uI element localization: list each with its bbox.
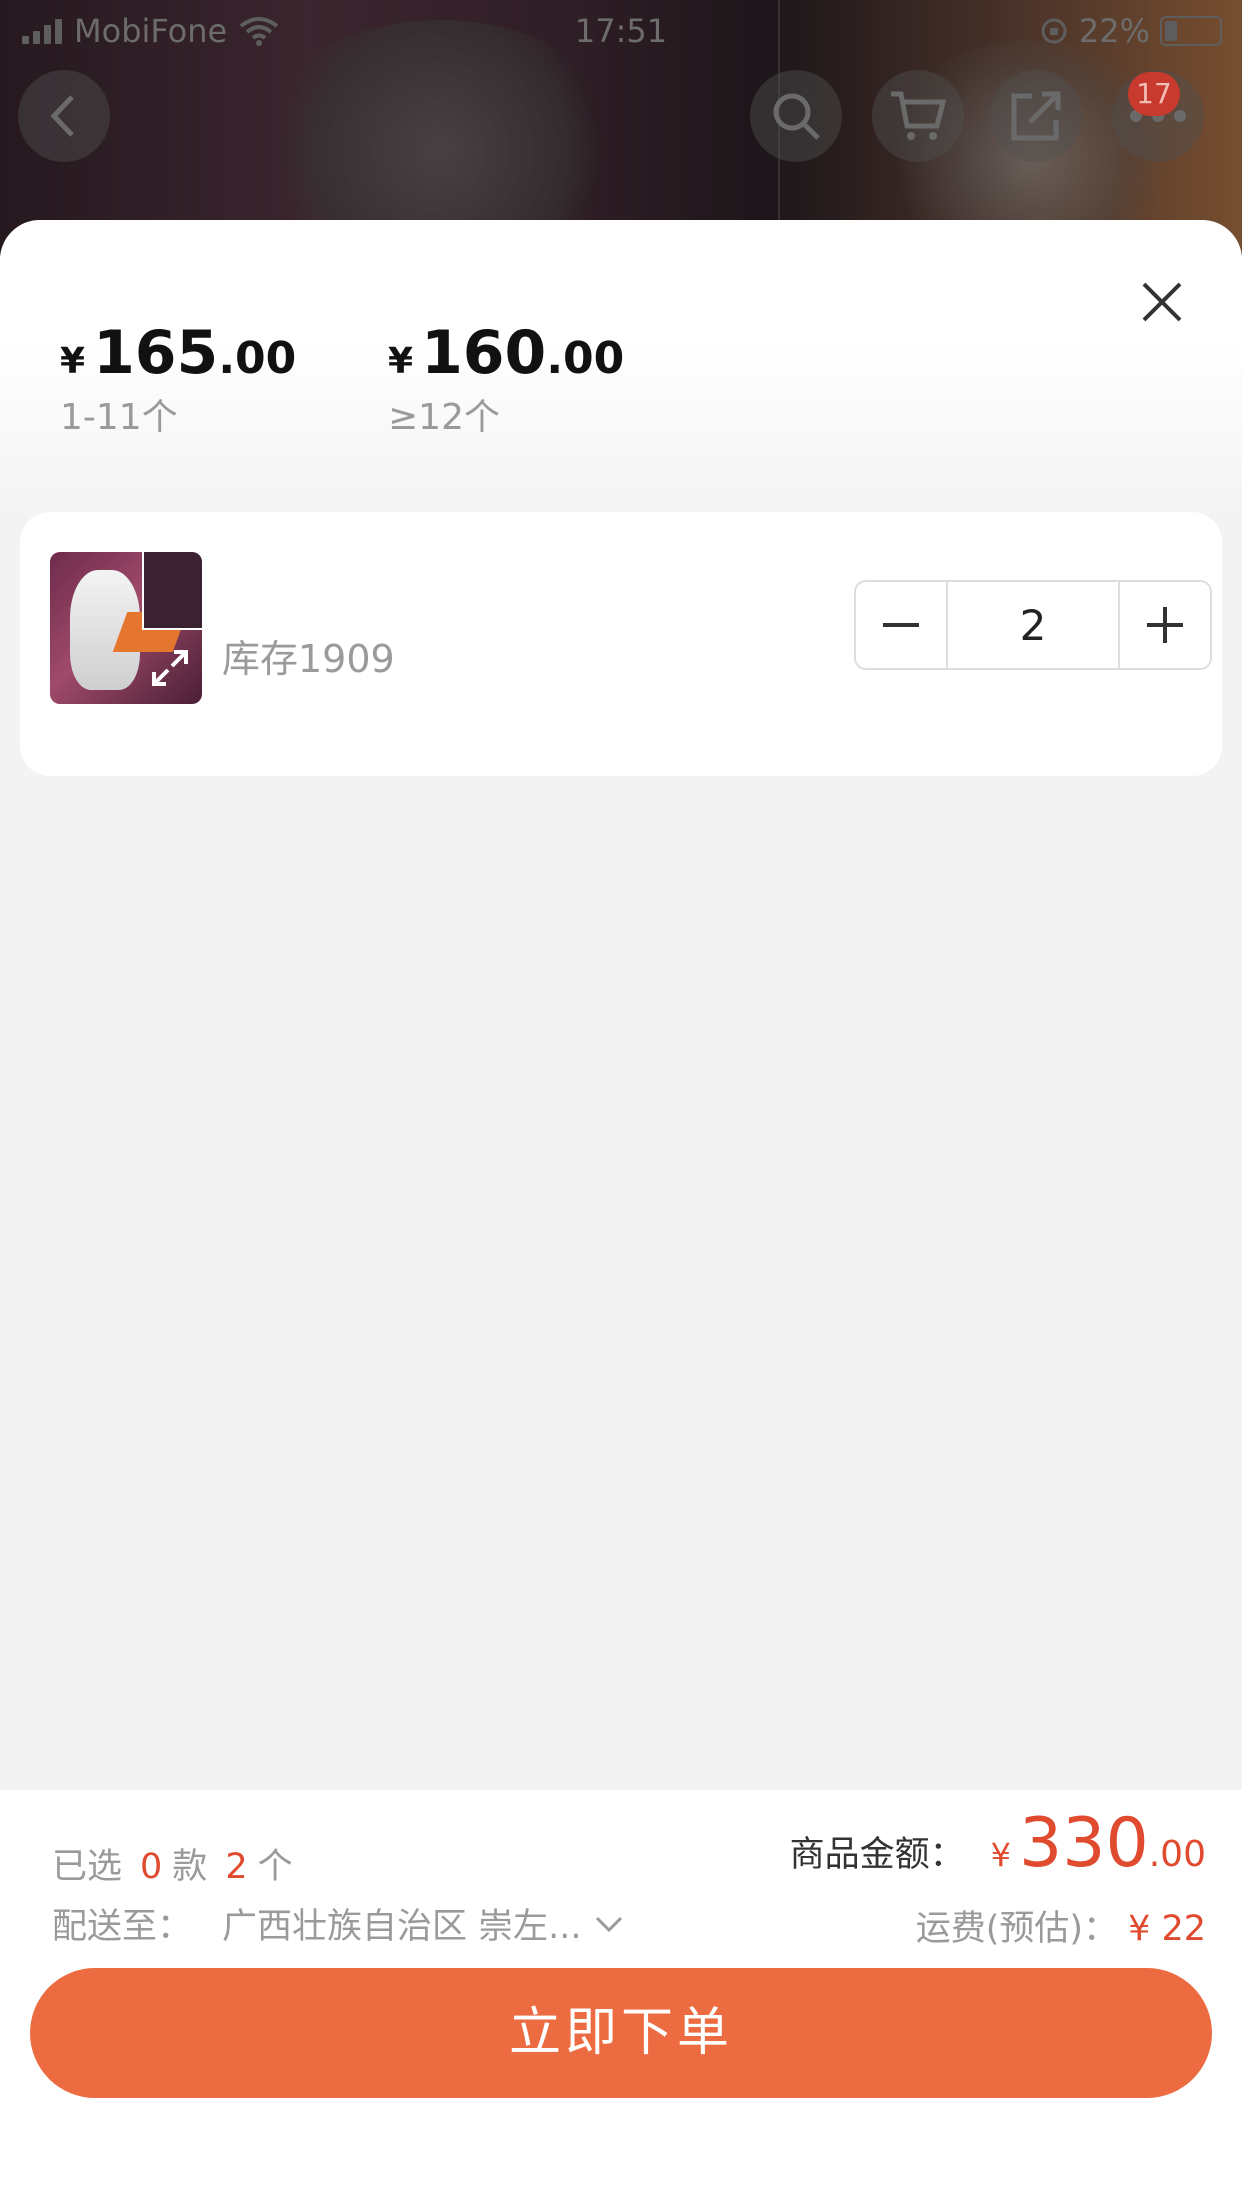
close-icon[interactable] — [1130, 270, 1194, 334]
quantity-input[interactable]: 2 — [946, 582, 1120, 668]
currency-symbol: ¥ — [388, 341, 414, 382]
price-tier-1: ¥ 165 .00 1-11个 — [60, 318, 296, 440]
chevron-left-icon — [50, 95, 74, 137]
ship-label: 配送至： — [52, 1907, 193, 1947]
tier-range: ≥12个 — [388, 397, 500, 438]
battery-icon — [1160, 16, 1222, 46]
cart-icon — [891, 91, 947, 140]
increment-button[interactable] — [1120, 582, 1210, 668]
price-decimal: .00 — [218, 333, 297, 384]
share-button[interactable] — [990, 70, 1082, 162]
kinds-unit: 款 — [172, 1847, 208, 1887]
ship-address-text: 广西壮族自治区 崇左... — [222, 1907, 582, 1947]
minus-icon — [883, 623, 919, 627]
order-footer: 已选 0 款 2 个 配送至： 广西壮族自治区 崇左... 商品金额： ¥ 330 .0… — [0, 1790, 1242, 2208]
shipping-address[interactable]: 配送至： 广西壮族自治区 崇左... — [52, 1898, 624, 1949]
total-label: 商品金额： — [789, 1835, 965, 1875]
back-button[interactable] — [18, 70, 110, 162]
price-decimal: .00 — [546, 333, 625, 384]
cart-button[interactable] — [872, 70, 964, 162]
total-symbol: ¥ — [990, 1836, 1011, 1874]
expand-icon[interactable] — [148, 646, 192, 690]
goods-total: 商品金额： ¥ 330 .00 — [790, 1804, 1206, 1883]
product-thumbnail[interactable] — [50, 552, 202, 704]
quantity-stepper: 2 — [854, 580, 1212, 670]
place-order-button[interactable]: 立即下单 — [30, 1968, 1212, 2098]
freight-value: ¥ 22 — [1128, 1909, 1206, 1949]
currency-symbol: ¥ — [60, 341, 86, 382]
message-badge: 17 — [1128, 72, 1180, 116]
decrement-button[interactable] — [856, 582, 946, 668]
status-bar: MobiFone 17:51 22% — [0, 0, 1242, 62]
selected-prefix: 已选 — [52, 1847, 123, 1887]
stock-label: 库存1909 — [222, 637, 395, 681]
total-integer: 330 — [1018, 1804, 1149, 1883]
share-icon — [1011, 91, 1061, 141]
total-decimal: .00 — [1148, 1834, 1206, 1875]
selected-count: 2 — [225, 1847, 248, 1887]
sku-card: 库存1909 2 — [20, 512, 1222, 776]
tier-range: 1-11个 — [60, 397, 178, 438]
count-unit: 个 — [257, 1847, 293, 1887]
status-right: 22% — [1039, 12, 1222, 50]
chevron-down-icon — [595, 1916, 622, 1932]
tier-price: ¥ 160 .00 — [388, 318, 624, 388]
search-button[interactable] — [750, 70, 842, 162]
battery-percent: 22% — [1078, 12, 1150, 50]
search-icon — [773, 93, 820, 140]
inset-panel — [142, 552, 202, 630]
price-integer: 160 — [421, 318, 547, 388]
freight-label: 运费(预估)： — [915, 1909, 1119, 1949]
tier-price: ¥ 165 .00 — [60, 318, 296, 388]
selection-summary: 已选 0 款 2 个 — [52, 1838, 293, 1889]
orientation-lock-icon — [1041, 18, 1067, 44]
freight-estimate: 运费(预估)： ¥ 22 — [916, 1900, 1206, 1951]
selected-kinds: 0 — [140, 1847, 163, 1887]
plus-icon — [1147, 607, 1183, 643]
price-tier-2: ¥ 160 .00 ≥12个 — [388, 318, 624, 440]
price-integer: 165 — [93, 318, 219, 388]
